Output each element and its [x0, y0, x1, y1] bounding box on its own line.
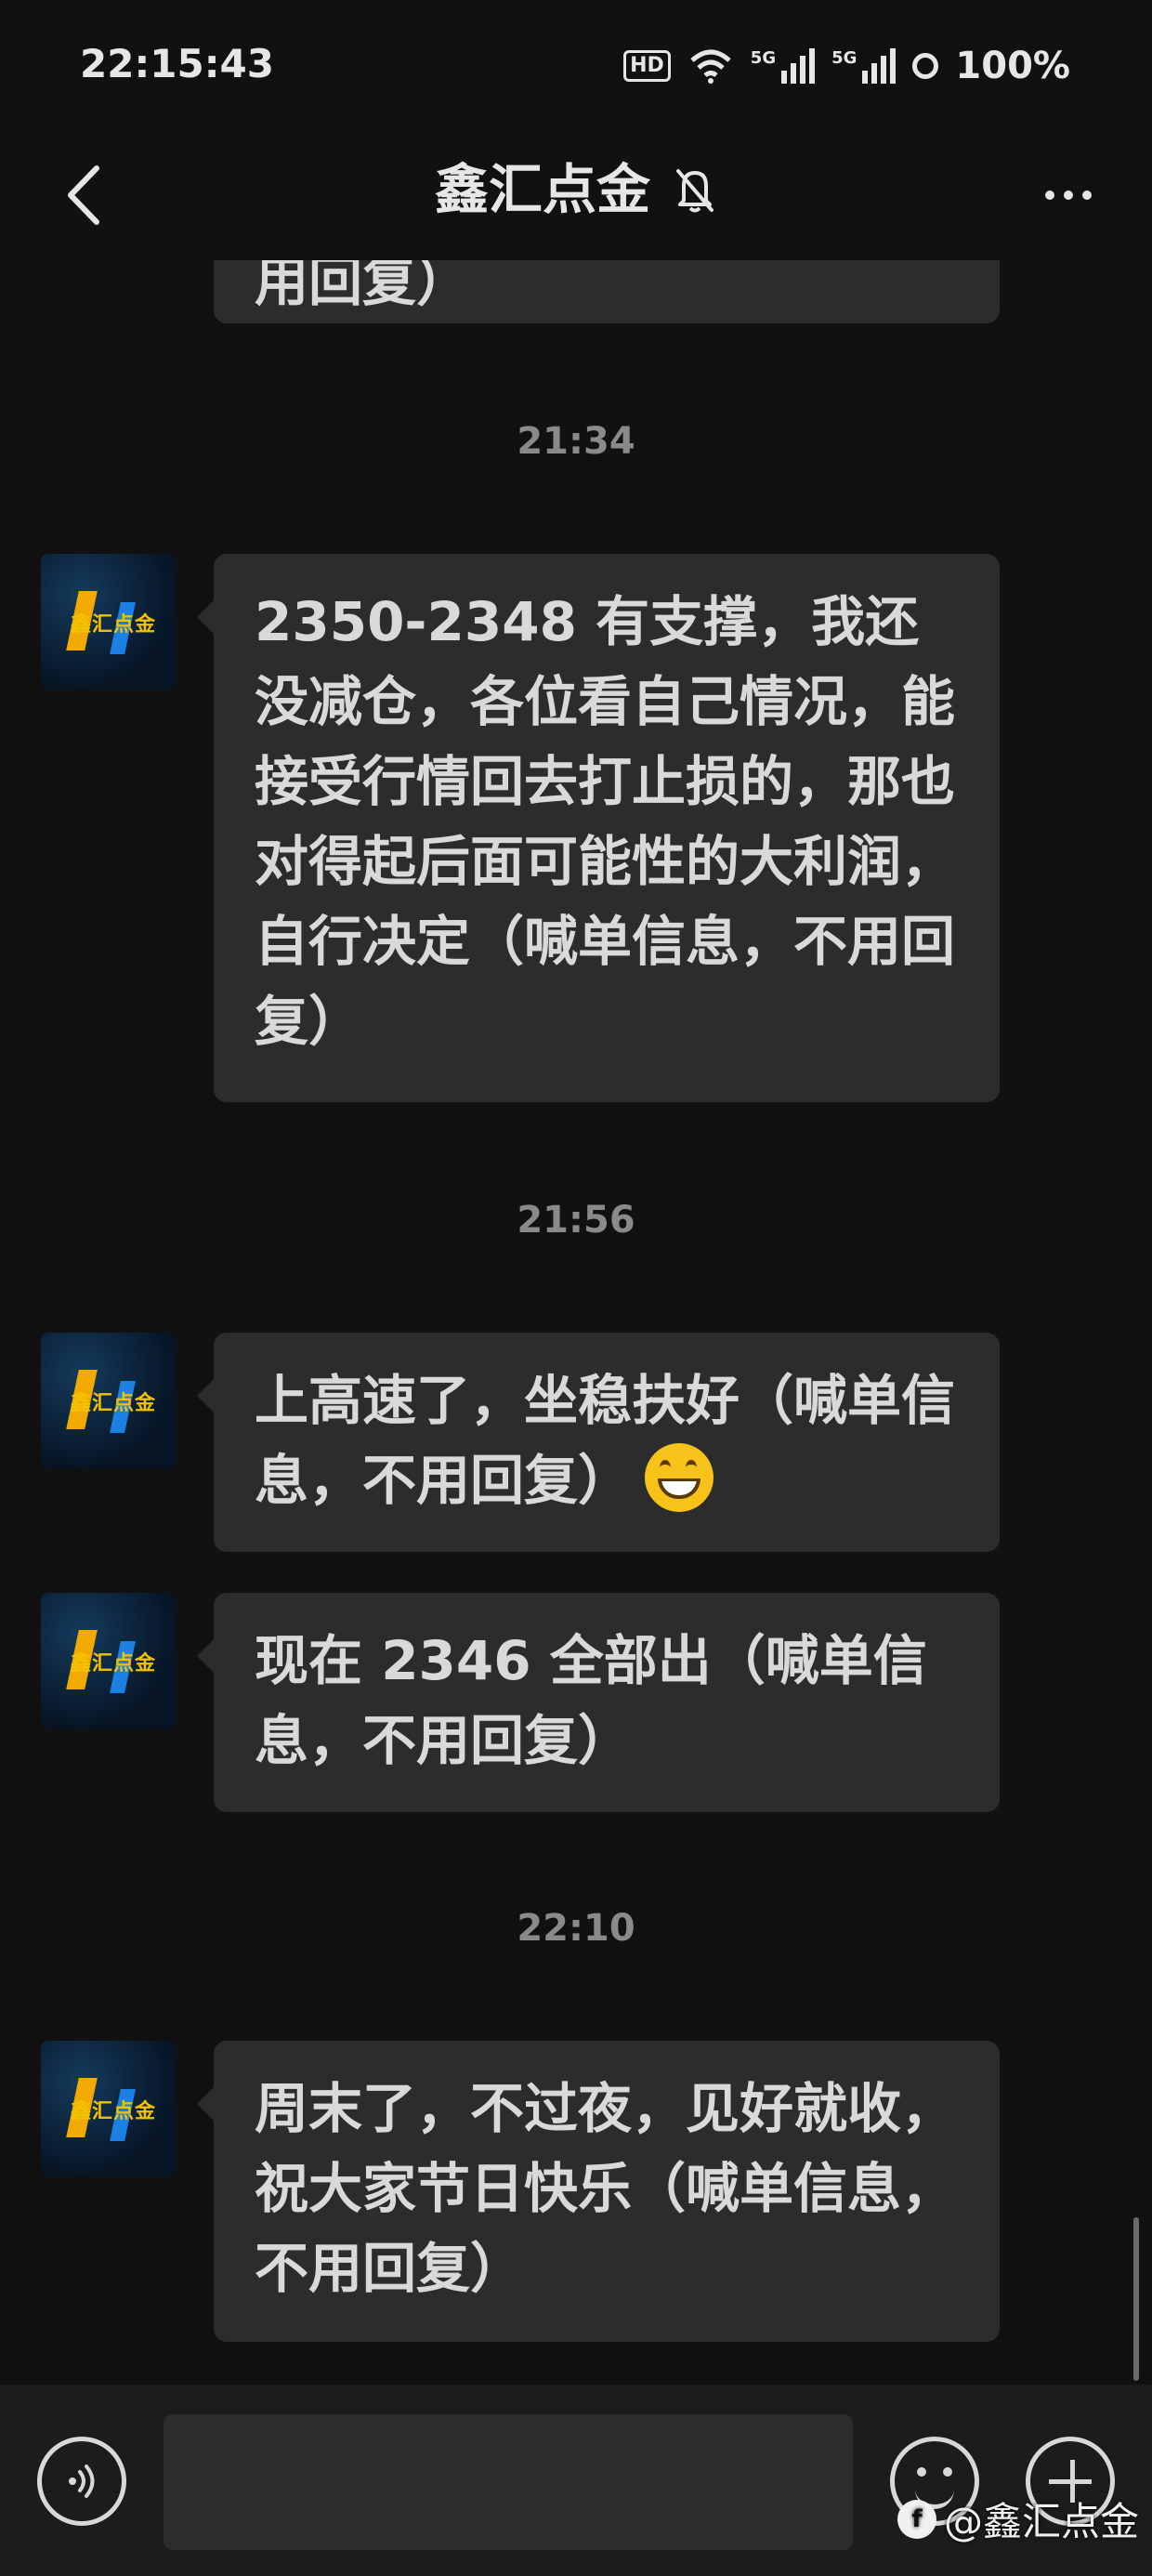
message-text: 2350-2348 有支撑，我还没减仓，各位看自己情况，能接受行情回去打止损的，… [255, 590, 956, 1053]
timestamp: 21:56 [517, 1199, 635, 1242]
avatar[interactable]: 鑫汇点金 [41, 1593, 177, 1728]
timestamp: 21:34 [517, 420, 635, 463]
avatar[interactable]: 鑫汇点金 [41, 554, 177, 690]
wifi-icon [690, 49, 731, 84]
watermark-text: @鑫汇点金 [943, 2499, 1139, 2544]
chat-header: 鑫汇点金 [0, 139, 1152, 260]
message-text: 周末了，不过夜，见好就收，祝大家节日快乐（喊单信息，不用回复） [255, 2077, 956, 2300]
chat-title-wrap: 鑫汇点金 [0, 152, 1152, 227]
timestamp: 22:10 [517, 1907, 635, 1950]
avatar[interactable]: 鑫汇点金 [41, 2041, 177, 2176]
chat-title: 鑫汇点金 [434, 158, 650, 221]
message-text: 上高速了，坐稳扶好（喊单信息，不用回复） [255, 1369, 956, 1512]
avatar[interactable]: 鑫汇点金 [41, 1333, 177, 1468]
emoji-icon [917, 2467, 926, 2477]
message-bubble[interactable]: 周末了，不过夜，见好就收，祝大家节日快乐（喊单信息，不用回复） [197, 2041, 1000, 2342]
message-bubble[interactable]: 现在 2346 全部出（喊单信息，不用回复） [197, 1593, 1000, 1812]
scrollbar[interactable] [1133, 2217, 1139, 2381]
input-bar [0, 2385, 1152, 2576]
grinning-face-emoji [645, 1443, 714, 1512]
watermark: f @鑫汇点金 [897, 2491, 1139, 2547]
battery-icon [912, 53, 939, 79]
more-dot [1064, 191, 1073, 200]
voice-button[interactable] [37, 2437, 126, 2526]
signal-icon-2: 5G [831, 48, 897, 84]
more-dot [1082, 191, 1092, 200]
message-bubble-partial[interactable]: 用回复） [214, 260, 1000, 323]
message-input[interactable] [164, 2414, 853, 2550]
status-time: 22:15:43 [80, 41, 274, 86]
more-button[interactable] [1031, 167, 1106, 223]
message-bubble[interactable]: 上高速了，坐稳扶好（喊单信息，不用回复） [197, 1333, 1000, 1552]
status-icons: HD 5G 5G 100% [623, 43, 1070, 89]
battery-percent: 100% [955, 45, 1070, 87]
more-dot [1045, 191, 1054, 200]
chat-messages[interactable]: 用回复） 21:34 鑫汇点金 2350-2348 有支撑，我还没减仓，各位看自… [0, 260, 1152, 2385]
hd-badge: HD [623, 50, 671, 82]
message-text: 现在 2346 全部出（喊单信息，不用回复） [255, 1629, 927, 1772]
message-text: 用回复） [255, 260, 471, 313]
voice-icon [69, 2464, 95, 2498]
bell-off-icon [676, 169, 713, 213]
status-bar: 22:15:43 HD 5G 5G 100% [0, 0, 1152, 139]
signal-icon-1: 5G [751, 48, 816, 84]
message-bubble[interactable]: 2350-2348 有支撑，我还没减仓，各位看自己情况，能接受行情回去打止损的，… [197, 554, 1000, 1102]
watermark-logo-icon: f [897, 2499, 936, 2539]
